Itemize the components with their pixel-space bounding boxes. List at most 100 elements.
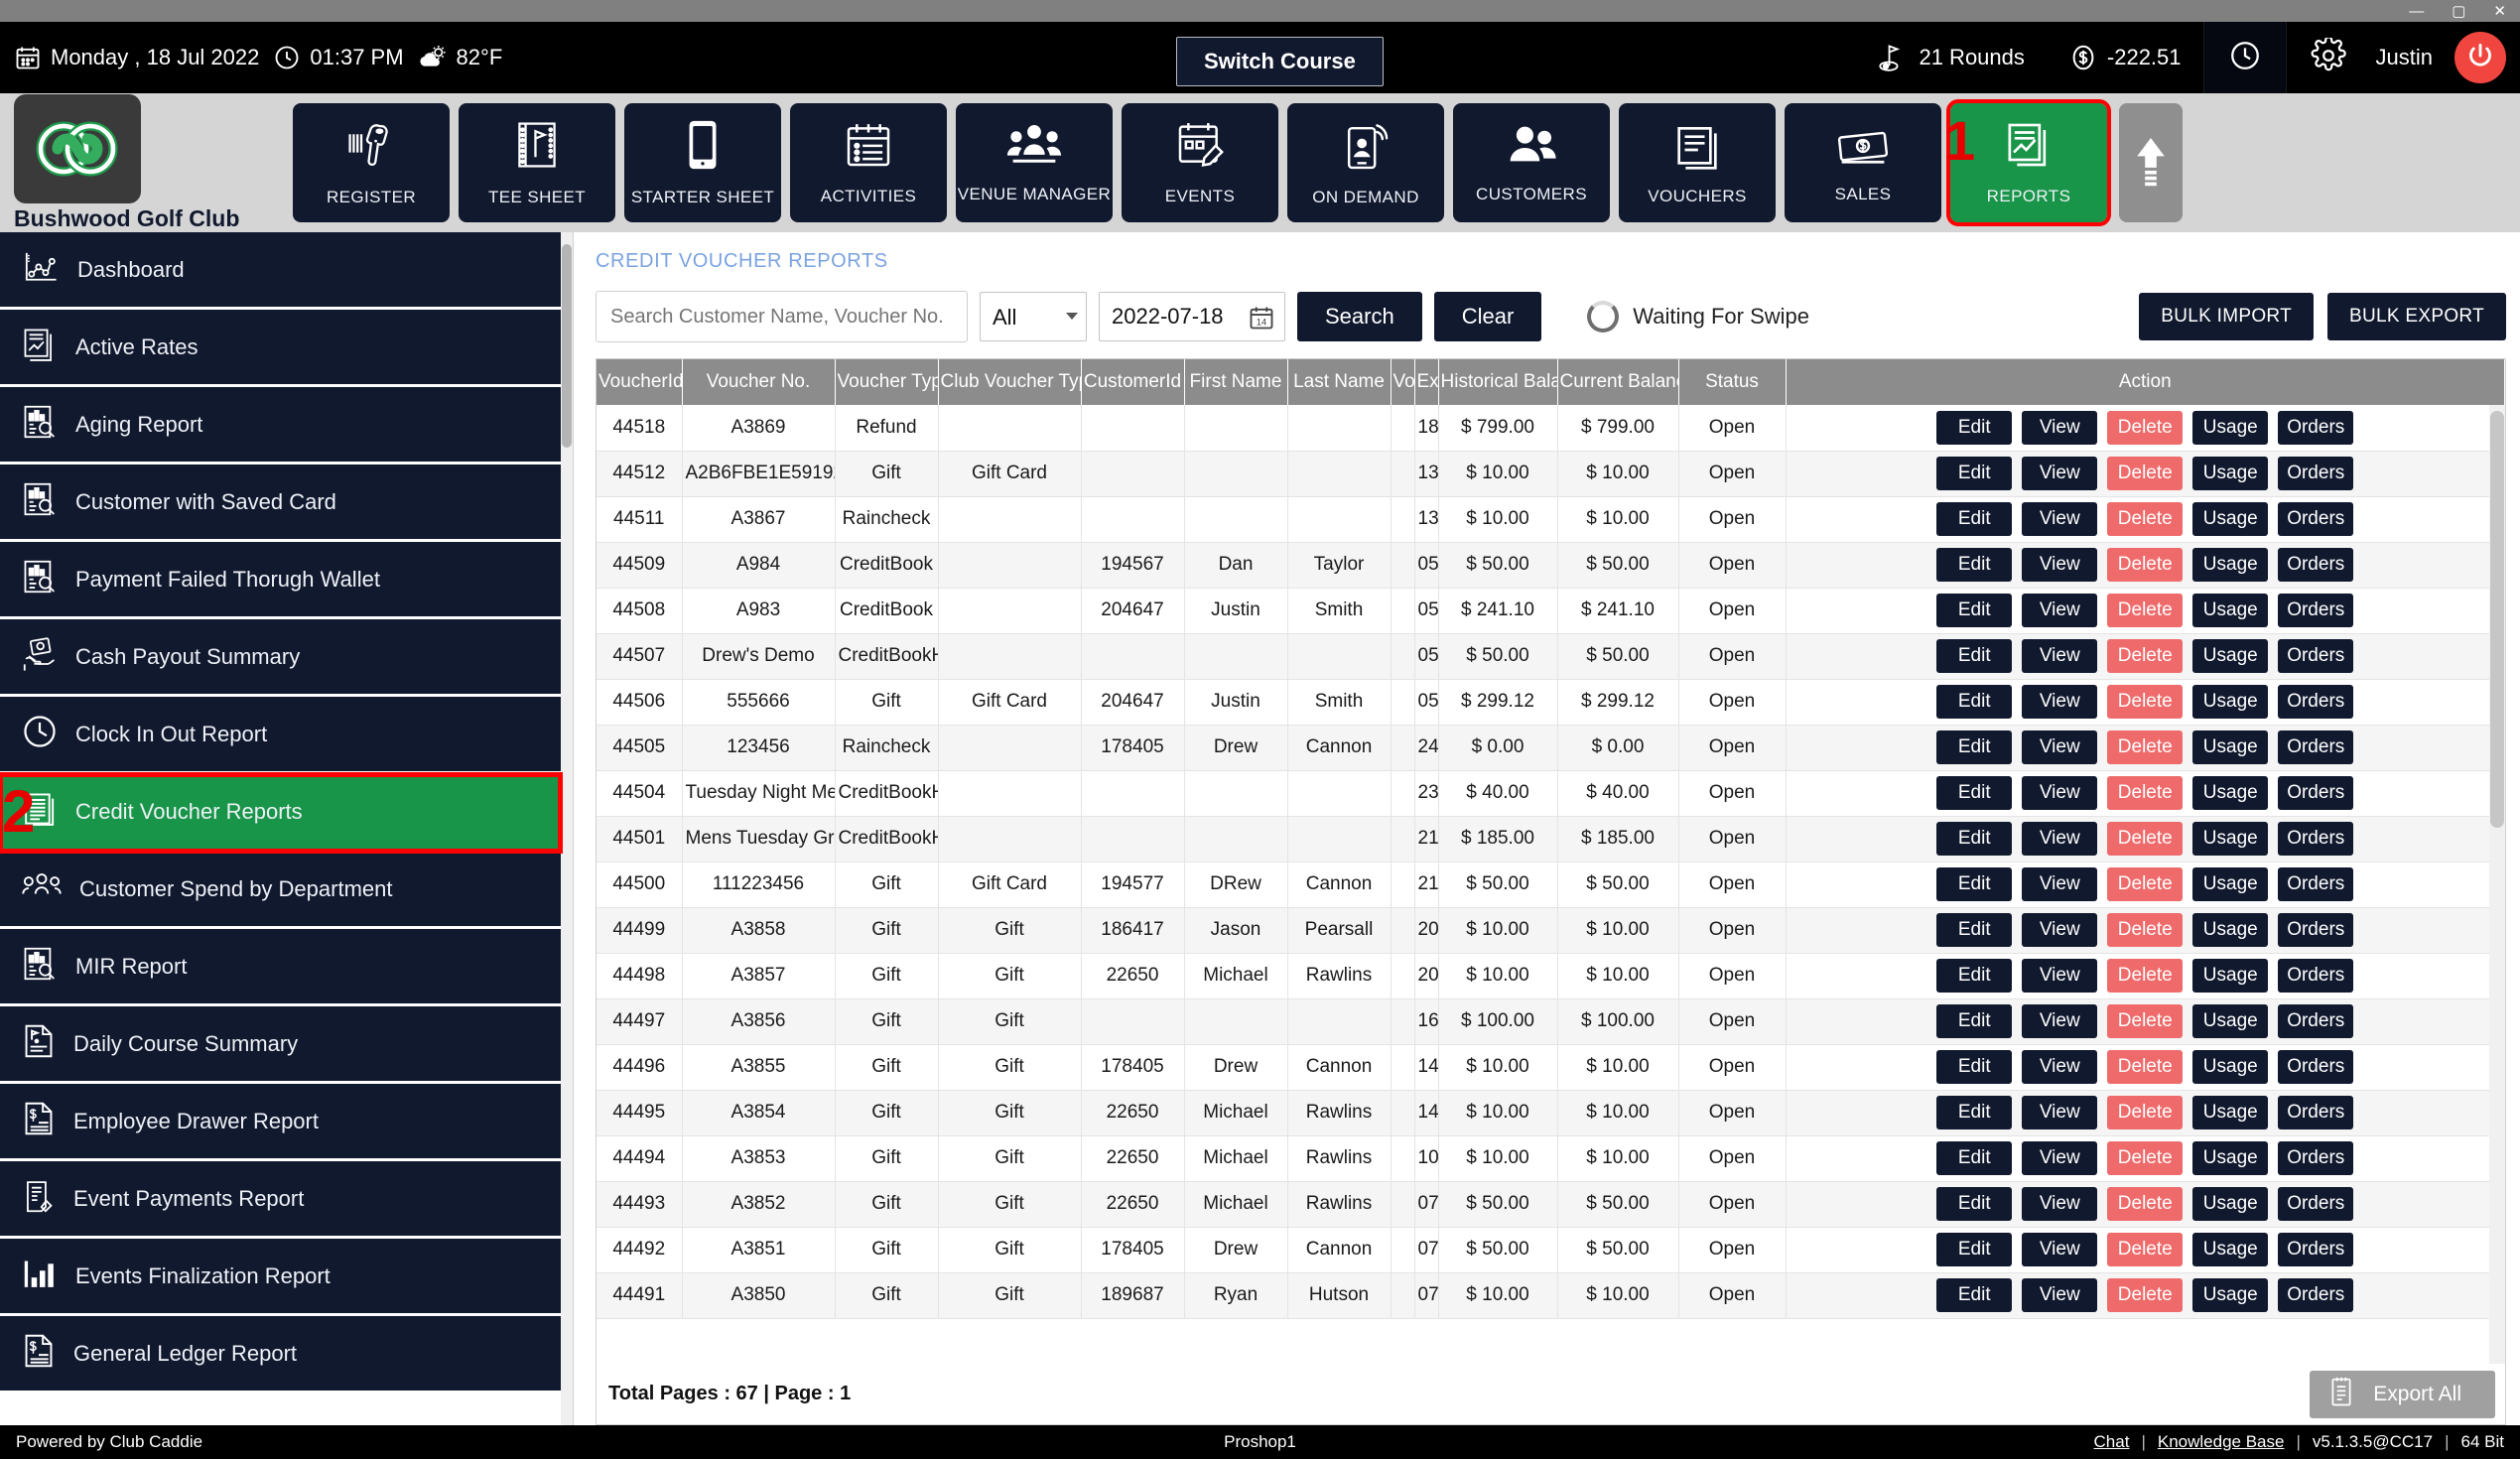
table-row[interactable]: 44497 A3856 Gift Gift 16 $ 100.00 $ 100.00 Open… (597, 998, 2505, 1045)
edit-button[interactable]: Edit (1936, 548, 2013, 582)
view-button[interactable]: View (2022, 1278, 2098, 1312)
table-scrollbar[interactable] (2489, 405, 2505, 1364)
view-button[interactable]: View (2022, 959, 2098, 993)
view-button[interactable]: View (2022, 776, 2098, 810)
edit-button[interactable]: Edit (1936, 502, 2013, 536)
delete-button[interactable]: Delete (2107, 548, 2184, 582)
orders-button[interactable]: Orders (2278, 457, 2354, 490)
orders-button[interactable]: Orders (2278, 1141, 2354, 1175)
usage-button[interactable]: Usage (2192, 594, 2269, 627)
view-button[interactable]: View (2022, 1004, 2098, 1038)
edit-button[interactable]: Edit (1936, 685, 2013, 719)
delete-button[interactable]: Delete (2107, 913, 2184, 947)
col-voucher-id[interactable]: VoucherId (597, 359, 683, 405)
edit-button[interactable]: Edit (1936, 1187, 2013, 1221)
col-last-name[interactable]: Last Name (1287, 359, 1392, 405)
edit-button[interactable]: Edit (1936, 639, 2013, 673)
clock-history-button[interactable] (2203, 22, 2286, 93)
delete-button[interactable]: Delete (2107, 822, 2184, 856)
usage-button[interactable]: Usage (2192, 502, 2269, 536)
view-button[interactable]: View (2022, 548, 2098, 582)
sidebar-item-customer-spend-by-department[interactable]: Customer Spend by Department (0, 852, 561, 929)
sidebar-item-cash-payout-summary[interactable]: Cash Payout Summary (0, 619, 561, 697)
balance-display[interactable]: -222.51 (2047, 43, 2203, 72)
nav-item-activities[interactable]: ACTIVITIES (790, 103, 947, 222)
nav-item-register[interactable]: REGISTER (293, 103, 450, 222)
sidebar-scrollbar[interactable] (561, 232, 573, 1425)
sidebar-item-credit-voucher-reports[interactable]: 2 Credit Voucher Reports (0, 772, 563, 854)
col-current-balance[interactable]: Current Balance (1557, 359, 1679, 405)
delete-button[interactable]: Delete (2107, 867, 2184, 901)
sidebar-item-active-rates[interactable]: Active Rates (0, 310, 561, 387)
view-button[interactable]: View (2022, 594, 2098, 627)
sidebar-item-event-payments-report[interactable]: Event Payments Report (0, 1161, 561, 1239)
scroll-up-button[interactable] (2119, 103, 2183, 222)
col-vou[interactable]: Vou (1391, 359, 1415, 405)
table-scrollbar-thumb[interactable] (2490, 411, 2504, 828)
col-first-name[interactable]: First Name (1184, 359, 1288, 405)
nav-item-events[interactable]: EVENTS (1122, 103, 1278, 222)
table-row[interactable]: 44492 A3851 Gift Gift 178405 Drew Cannon 07 $ 50… (597, 1227, 2505, 1273)
view-button[interactable]: View (2022, 1050, 2098, 1084)
orders-button[interactable]: Orders (2278, 730, 2354, 764)
usage-button[interactable]: Usage (2192, 822, 2269, 856)
calendar-icon[interactable]: 14 (1248, 304, 1275, 336)
edit-button[interactable]: Edit (1936, 594, 2013, 627)
table-row[interactable]: 44493 A3852 Gift Gift 22650 Michael Rawlins 07 $… (597, 1181, 2505, 1228)
table-row[interactable]: 44508 A983 CreditBook 204647 Justin Smith 05 $ … (597, 588, 2505, 634)
delete-button[interactable]: Delete (2107, 594, 2184, 627)
edit-button[interactable]: Edit (1936, 913, 2013, 947)
bulk-export-button[interactable]: BULK EXPORT (2327, 293, 2506, 340)
edit-button[interactable]: Edit (1936, 410, 2013, 445)
delete-button[interactable]: Delete (2107, 1096, 2184, 1129)
usage-button[interactable]: Usage (2192, 913, 2269, 947)
view-button[interactable]: View (2022, 867, 2098, 901)
delete-button[interactable]: Delete (2107, 1233, 2184, 1266)
table-row[interactable]: 44498 A3857 Gift Gift 22650 Michael Rawlins 20 $… (597, 953, 2505, 999)
orders-button[interactable]: Orders (2278, 685, 2354, 719)
usage-button[interactable]: Usage (2192, 1004, 2269, 1038)
usage-button[interactable]: Usage (2192, 1233, 2269, 1266)
delete-button[interactable]: Delete (2107, 776, 2184, 810)
view-button[interactable]: View (2022, 730, 2098, 764)
view-button[interactable]: View (2022, 685, 2098, 719)
usage-button[interactable]: Usage (2192, 685, 2269, 719)
view-button[interactable]: View (2022, 502, 2098, 536)
delete-button[interactable]: Delete (2107, 959, 2184, 993)
orders-button[interactable]: Orders (2278, 776, 2354, 810)
edit-button[interactable]: Edit (1936, 1233, 2013, 1266)
table-row[interactable]: 44506 555666 Gift Gift Card 204647 Justin Smit… (597, 679, 2505, 726)
table-row[interactable]: 44496 A3855 Gift Gift 178405 Drew Cannon 14 $ 10… (597, 1044, 2505, 1091)
nav-item-sales[interactable]: SALES (1785, 103, 1941, 222)
delete-button[interactable]: Delete (2107, 457, 2184, 490)
orders-button[interactable]: Orders (2278, 1187, 2354, 1221)
orders-button[interactable]: Orders (2278, 1050, 2354, 1084)
view-button[interactable]: View (2022, 639, 2098, 673)
table-row[interactable]: 44494 A3853 Gift Gift 22650 Michael Rawlins 10 $… (597, 1135, 2505, 1182)
edit-button[interactable]: Edit (1936, 822, 2013, 856)
table-row[interactable]: 44500 111223456 Gift Gift Card 194577 DRew Can… (597, 862, 2505, 908)
rounds-display[interactable]: 21 Rounds (1854, 43, 2046, 72)
delete-button[interactable]: Delete (2107, 1187, 2184, 1221)
table-row[interactable]: 44501Mens Tuesday GroupCreditBookHol21$ … (597, 816, 2505, 862)
usage-button[interactable]: Usage (2192, 548, 2269, 582)
sidebar-scrollbar-thumb[interactable] (562, 244, 572, 448)
col-customer-id[interactable]: CustomerId (1081, 359, 1185, 405)
usage-button[interactable]: Usage (2192, 1278, 2269, 1312)
orders-button[interactable]: Orders (2278, 594, 2354, 627)
edit-button[interactable]: Edit (1936, 1050, 2013, 1084)
orders-button[interactable]: Orders (2278, 913, 2354, 947)
nav-item-venue-manager[interactable]: VENUE MANAGER (956, 103, 1113, 222)
sidebar-item-customer-with-saved-card[interactable]: Customer with Saved Card (0, 464, 561, 542)
nav-item-tee-sheet[interactable]: TEE SHEET (459, 103, 615, 222)
view-button[interactable]: View (2022, 457, 2098, 490)
switch-course-button[interactable]: Switch Course (1176, 37, 1384, 86)
delete-button[interactable]: Delete (2107, 410, 2184, 445)
nav-item-starter-sheet[interactable]: STARTER SHEET (624, 103, 781, 222)
usage-button[interactable]: Usage (2192, 959, 2269, 993)
table-row[interactable]: 44511 A3867 Raincheck 13 $ 10.00 $ 10.00 Open E… (597, 496, 2505, 543)
usage-button[interactable]: Usage (2192, 639, 2269, 673)
usage-button[interactable]: Usage (2192, 1050, 2269, 1084)
user-name[interactable]: Justin (2370, 45, 2451, 70)
edit-button[interactable]: Edit (1936, 1141, 2013, 1175)
